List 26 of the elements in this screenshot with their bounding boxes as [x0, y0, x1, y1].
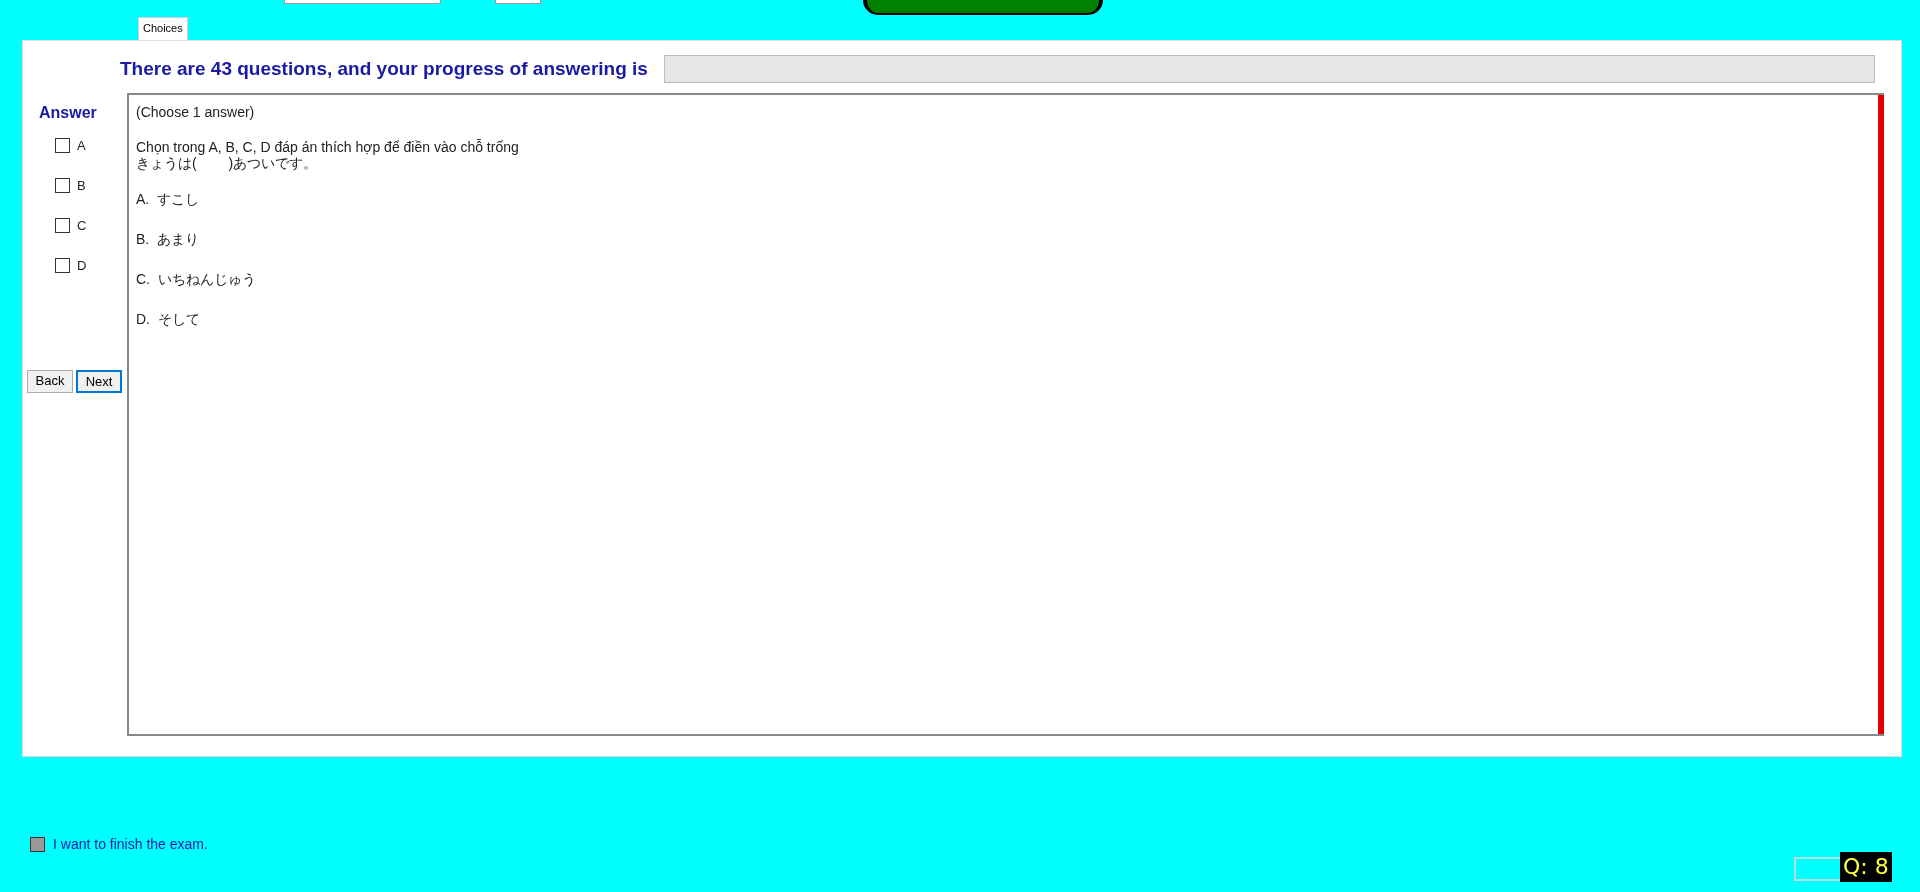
answer-checkbox[interactable] [55, 178, 70, 193]
small-field[interactable] [495, 0, 541, 4]
answer-option-label: B [77, 176, 86, 195]
answer-checkbox[interactable] [55, 138, 70, 153]
tab[interactable]: Choices [138, 17, 188, 40]
question-number: Q: 8 [1840, 852, 1892, 882]
answer-heading: Answer [39, 102, 98, 123]
choice-text: B. あまり [136, 229, 200, 249]
answer-checkbox[interactable] [55, 258, 70, 273]
progress-label: There are 43 questions, and your progress of answering is [120, 57, 648, 81]
answer-checkbox[interactable] [55, 218, 70, 233]
instruction-text: (Choose 1 answer) [136, 102, 256, 122]
finish-label: I want to finish the exam. [53, 835, 208, 854]
answer-option-label: D [77, 256, 87, 275]
question-text: Chọn trong A, B, C, D đáp án thích hợp để điền vào chỗ trống [136, 138, 520, 155]
nav-button[interactable]: Next [76, 369, 122, 393]
nav-button[interactable]: Back [27, 369, 73, 393]
choice-text: A. すこし [136, 189, 200, 209]
choice-text: D. そして [136, 309, 201, 329]
question-text: きょうは( )あついです。 [136, 154, 319, 171]
submit-button[interactable] [863, 0, 1103, 15]
finish-checkbox[interactable] [30, 837, 45, 852]
answer-option-label: C [77, 216, 87, 235]
answer-option-label: A [77, 136, 86, 155]
dropdown-field[interactable] [284, 0, 441, 4]
choice-text: C. いちねんじゅう [136, 269, 257, 289]
